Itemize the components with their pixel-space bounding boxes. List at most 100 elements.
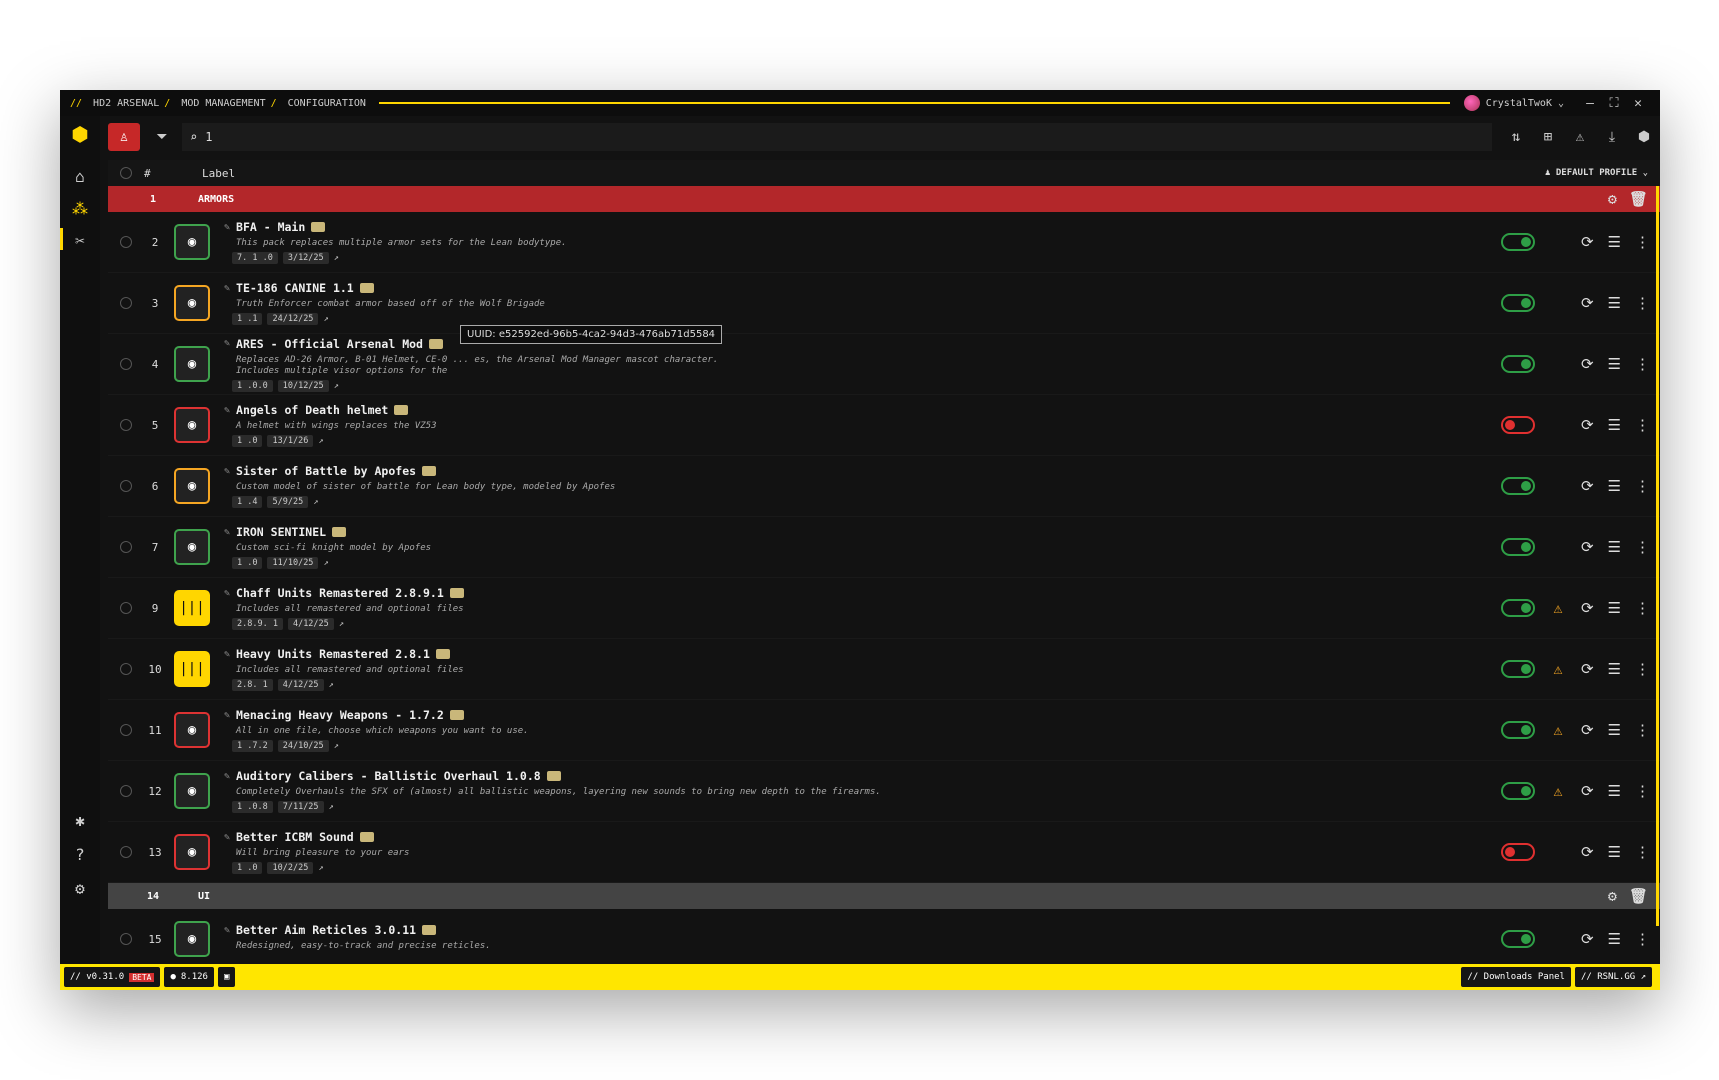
edit-icon[interactable]: ✎: [224, 527, 230, 538]
edit-icon[interactable]: ✎: [224, 832, 230, 843]
enable-toggle[interactable]: [1500, 538, 1535, 556]
refresh-icon[interactable]: ⟳: [1581, 843, 1594, 861]
sliders-icon[interactable]: ☰: [1608, 233, 1621, 251]
breadcrumb-1[interactable]: HD2 ARSENAL: [93, 98, 159, 109]
category-row[interactable]: 14 UI ⚙ 🗑: [108, 883, 1660, 909]
refresh-icon[interactable]: ⟳: [1581, 355, 1594, 373]
home-icon[interactable]: ⌂: [68, 164, 92, 188]
mod-row[interactable]: 9 ||| ✎ Chaff Units Remastered 2.8.9.1 Inclu…: [108, 578, 1660, 639]
search-input[interactable]: [205, 130, 806, 144]
category-row[interactable]: 1 ARMORS ⚙ 🗑: [108, 186, 1660, 212]
external-link-icon[interactable]: ↗: [318, 863, 323, 873]
select-radio[interactable]: [120, 297, 132, 309]
external-link-icon[interactable]: ↗: [334, 741, 339, 751]
filter-icon[interactable]: ⏷: [146, 123, 178, 151]
edit-icon[interactable]: ✎: [224, 710, 230, 721]
enable-toggle[interactable]: [1500, 477, 1535, 495]
minimize-button[interactable]: –: [1578, 96, 1602, 111]
warning-filter-icon[interactable]: ⚠: [1564, 123, 1596, 151]
user-menu[interactable]: CrystalTwoK ⌄: [1463, 95, 1564, 111]
edit-icon[interactable]: ✎: [224, 588, 230, 599]
downloads-panel-button[interactable]: // Downloads Panel: [1461, 967, 1571, 987]
more-icon[interactable]: ⋮: [1635, 355, 1650, 373]
mod-row[interactable]: 3 ◉ ✎ TE-186 CANINE 1.1 Truth Enforcer comba…: [108, 273, 1660, 334]
refresh-icon[interactable]: ⟳: [1581, 416, 1594, 434]
more-icon[interactable]: ⋮: [1635, 294, 1650, 312]
uuid-badge-icon[interactable]: [422, 925, 437, 935]
select-radio[interactable]: [120, 419, 132, 431]
enable-toggle[interactable]: [1500, 782, 1535, 800]
edit-icon[interactable]: ✎: [224, 338, 230, 349]
uuid-badge-icon[interactable]: [449, 710, 464, 720]
sliders-icon[interactable]: ☰: [1608, 930, 1621, 948]
uuid-badge-icon[interactable]: [311, 222, 326, 232]
more-icon[interactable]: ⋮: [1635, 660, 1650, 678]
site-link[interactable]: // RSNL.GG ↗: [1574, 967, 1652, 987]
profile-dropdown[interactable]: ♟ DEFAULT PROFILE ⌄: [1545, 168, 1648, 178]
uuid-badge-icon[interactable]: [435, 649, 450, 659]
scrollbar[interactable]: [1656, 186, 1659, 926]
select-radio[interactable]: [120, 846, 132, 858]
mod-row[interactable]: 15 ◉ ✎ Better Aim Reticles 3.0.11 Redesigned…: [108, 909, 1660, 964]
edit-icon[interactable]: ✎: [224, 405, 230, 416]
more-icon[interactable]: ⋮: [1635, 782, 1650, 800]
select-radio[interactable]: [120, 933, 132, 945]
uuid-badge-icon[interactable]: [428, 338, 443, 349]
close-button[interactable]: ✕: [1626, 96, 1650, 111]
mod-row[interactable]: 6 ◉ ✎ Sister of Battle by Apofes Custom mode…: [108, 456, 1660, 517]
help-icon[interactable]: ?: [68, 842, 92, 866]
sliders-icon[interactable]: ☰: [1608, 843, 1621, 861]
more-icon[interactable]: ⋮: [1635, 930, 1650, 948]
external-link-icon[interactable]: ↗: [334, 253, 339, 263]
external-link-icon[interactable]: ↗: [329, 680, 334, 690]
uuid-badge-icon[interactable]: [359, 832, 374, 842]
more-icon[interactable]: ⋮: [1635, 843, 1650, 861]
external-link-icon[interactable]: ↗: [329, 802, 334, 812]
sliders-icon[interactable]: ☰: [1608, 477, 1621, 495]
tools-icon[interactable]: ✂: [68, 228, 92, 252]
more-icon[interactable]: ⋮: [1635, 721, 1650, 739]
refresh-icon[interactable]: ⟳: [1581, 721, 1594, 739]
select-radio[interactable]: [120, 480, 132, 492]
settings-icon[interactable]: ⚙: [68, 876, 92, 900]
uuid-badge-icon[interactable]: [546, 771, 561, 781]
edit-icon[interactable]: ✎: [224, 771, 230, 782]
refresh-icon[interactable]: ⟳: [1581, 930, 1594, 948]
uuid-badge-icon[interactable]: [449, 588, 464, 598]
select-radio[interactable]: [120, 358, 132, 370]
enable-toggle[interactable]: [1500, 294, 1535, 312]
more-icon[interactable]: ⋮: [1635, 599, 1650, 617]
gear-icon[interactable]: ⚙: [1608, 190, 1617, 208]
sliders-icon[interactable]: ☰: [1608, 599, 1621, 617]
sliders-icon[interactable]: ☰: [1608, 355, 1621, 373]
refresh-icon[interactable]: ⟳: [1581, 538, 1594, 556]
sliders-icon[interactable]: ☰: [1608, 721, 1621, 739]
mod-row[interactable]: 7 ◉ ✎ IRON SENTINEL Custom sci-fi knight mod…: [108, 517, 1660, 578]
collapse-icon[interactable]: ⇅: [1500, 123, 1532, 151]
edit-icon[interactable]: ✎: [224, 925, 230, 936]
select-radio[interactable]: [120, 663, 132, 675]
sliders-icon[interactable]: ☰: [1608, 294, 1621, 312]
mod-row[interactable]: 5 ◉ ✎ Angels of Death helmet A helmet with w…: [108, 395, 1660, 456]
profile-button[interactable]: ♙: [108, 123, 140, 151]
edit-icon[interactable]: ✎: [224, 649, 230, 660]
enable-toggle[interactable]: [1500, 233, 1535, 251]
sliders-icon[interactable]: ☰: [1608, 782, 1621, 800]
enable-toggle[interactable]: [1500, 843, 1535, 861]
mods-icon[interactable]: ⁂: [68, 196, 92, 220]
add-mod-icon[interactable]: ⊞: [1532, 123, 1564, 151]
refresh-icon[interactable]: ⟳: [1581, 233, 1594, 251]
enable-toggle[interactable]: [1500, 599, 1535, 617]
mod-row[interactable]: 13 ◉ ✎ Better ICBM Sound Will bring pleasure…: [108, 822, 1660, 883]
maximize-button[interactable]: ⛶: [1602, 96, 1626, 111]
refresh-icon[interactable]: ⟳: [1581, 294, 1594, 312]
more-icon[interactable]: ⋮: [1635, 477, 1650, 495]
refresh-icon[interactable]: ⟳: [1581, 782, 1594, 800]
refresh-icon[interactable]: ⟳: [1581, 599, 1594, 617]
uuid-badge-icon[interactable]: [394, 405, 409, 415]
more-icon[interactable]: ⋮: [1635, 233, 1650, 251]
select-radio[interactable]: [120, 724, 132, 736]
deploy-icon[interactable]: ⬢: [1628, 123, 1660, 151]
select-radio[interactable]: [120, 541, 132, 553]
app-logo-icon[interactable]: ⬢: [68, 122, 92, 146]
